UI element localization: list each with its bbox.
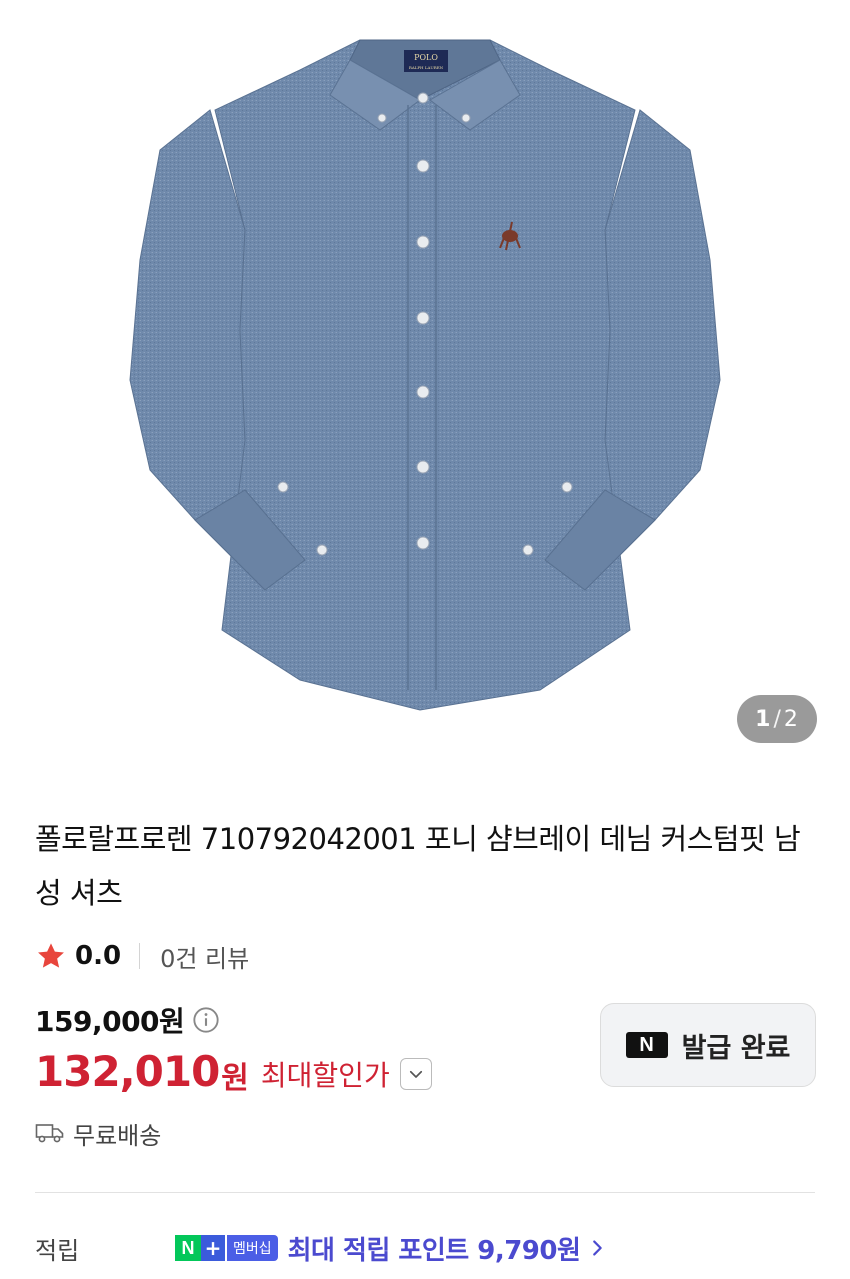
badge-membership-text: 멤버십 <box>227 1235 278 1261</box>
collar-label-text: POLO <box>414 53 438 62</box>
current-page: 1 <box>755 706 772 732</box>
coupon-issued-button[interactable]: N 발급 완료 <box>600 1003 816 1087</box>
truck-icon <box>35 1124 64 1143</box>
original-price: 159,000원 <box>35 1005 185 1038</box>
sale-price-unit: 원 <box>221 1061 249 1096</box>
original-price-row: 159,000원 <box>35 1000 220 1040</box>
sale-price: 132,010 <box>35 1046 220 1096</box>
product-title: 폴로랄프로렌 710792042001 포니 샴브레이 데님 커스텀핏 남성 셔… <box>35 822 801 910</box>
rating-row[interactable]: 0.0 0건 리뷰 <box>35 936 249 976</box>
product-image-gallery[interactable]: POLO RALPH LAUREN 1 / 2 <box>0 0 850 770</box>
sale-price-row: 132,010 원 최대할인가 <box>35 1043 432 1099</box>
badge-n: N <box>175 1235 201 1261</box>
page-separator: / <box>773 706 782 732</box>
review-count-link[interactable]: 0건 리뷰 <box>160 939 249 974</box>
max-points-link[interactable]: 최대 적립 포인트 9,790원 <box>288 1230 581 1267</box>
chevron-down-icon <box>409 1070 422 1078</box>
badge-plus: + <box>201 1235 225 1261</box>
shipping-row: 무료배송 <box>35 1115 161 1151</box>
rating-score: 0.0 <box>75 941 122 971</box>
shirt-image: POLO RALPH LAUREN <box>129 39 721 711</box>
collar-label-subtext: RALPH LAUREN <box>409 65 444 70</box>
chevron-right-icon <box>593 1240 603 1256</box>
section-divider <box>35 1192 815 1193</box>
star-icon <box>38 943 64 968</box>
naver-plus-membership-badge: N + 멤버십 <box>175 1234 278 1262</box>
discount-details-toggle[interactable] <box>399 1058 432 1090</box>
max-discount-label: 최대할인가 <box>260 1059 390 1092</box>
rating-divider <box>139 943 141 969</box>
naver-n-icon: N <box>625 1032 668 1058</box>
points-label: 적립 <box>35 1236 80 1265</box>
coupon-button-label: 발급 완료 <box>681 1032 791 1064</box>
free-shipping-label: 무료배송 <box>73 1121 162 1150</box>
image-page-indicator: 1 / 2 <box>737 695 817 743</box>
points-row[interactable]: 적립 N + 멤버십 최대 적립 포인트 9,790원 <box>35 1226 815 1270</box>
total-pages: 2 <box>783 706 799 732</box>
info-icon[interactable] <box>192 1006 220 1034</box>
